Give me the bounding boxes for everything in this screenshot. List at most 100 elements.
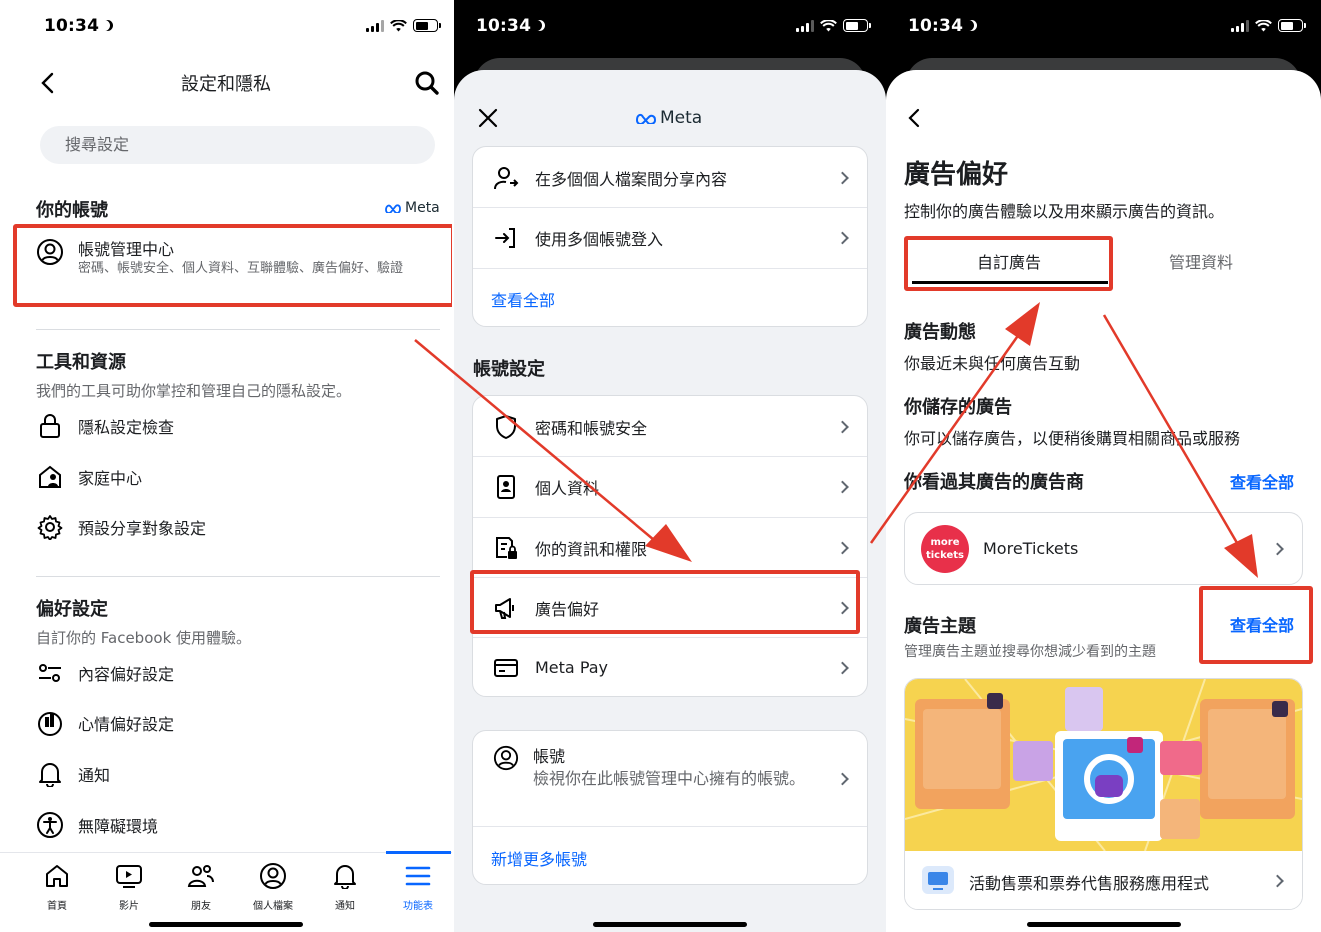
accounts-item-title: 帳號 <box>533 747 566 766</box>
share-across-profiles-label: 在多個個人檔案間分享內容 <box>535 169 728 189</box>
chevron-right-icon <box>836 171 849 184</box>
tab-home-label: 首頁 <box>47 901 67 912</box>
wifi-icon <box>390 19 407 31</box>
chevron-right-icon <box>1271 874 1284 888</box>
notifications-item[interactable]: 通知 <box>36 759 110 789</box>
preferences-section-subtitle: 自訂你的 Facebook 使用體驗。 <box>36 629 252 647</box>
multi-account-login-item[interactable]: 使用多個帳號登入 <box>473 207 867 268</box>
ad-preferences-screen: 10:34 廣告偏好 控制你的廣告體驗以及用來顯示廣告的資訊。 自訂廣告 管理資… <box>886 0 1321 932</box>
id-card-icon <box>497 474 515 499</box>
chevron-right-icon <box>836 661 849 674</box>
home-icon <box>46 865 68 887</box>
moon-icon <box>102 20 113 31</box>
default-audience-label: 預設分享對象設定 <box>78 519 207 538</box>
ad-topic-card[interactable]: 活動售票和票券代售服務應用程式 <box>904 678 1303 910</box>
sliders-icon <box>39 664 61 682</box>
meta-logo: Meta <box>635 108 702 128</box>
chevron-right-icon <box>836 420 849 433</box>
moon-icon <box>966 20 977 31</box>
tab-notifications-label: 通知 <box>335 901 355 912</box>
page-title: 設定和隱私 <box>181 74 271 95</box>
family-center-item[interactable]: 家庭中心 <box>36 462 142 492</box>
profile-icon <box>260 863 286 889</box>
page-subtitle: 控制你的廣告體驗以及用來顯示廣告的資訊。 <box>904 202 1225 221</box>
highlight-box-see-all <box>1199 586 1313 664</box>
accessibility-item[interactable]: 無障礙環境 <box>36 810 158 840</box>
meta-pay-item[interactable]: Meta Pay <box>473 637 867 696</box>
back-icon[interactable] <box>908 108 920 128</box>
tab-home[interactable]: 首頁 <box>27 861 87 912</box>
status-time: 10:34 <box>44 16 113 36</box>
content-preferences-item[interactable]: 內容偏好設定 <box>36 658 174 688</box>
status-bar: 10:34 <box>454 14 886 42</box>
menu-icon <box>405 866 431 886</box>
chevron-right-icon <box>836 480 849 493</box>
signal-icon <box>1231 19 1249 32</box>
tools-section-subtitle: 我們的工具可助你掌控和管理自己的隱私設定。 <box>36 382 352 400</box>
shield-icon <box>496 414 516 439</box>
content-preferences-label: 內容偏好設定 <box>78 665 175 684</box>
multi-account-login-label: 使用多個帳號登入 <box>535 229 664 249</box>
privacy-checkup-label: 隱私設定檢查 <box>78 418 175 437</box>
status-time: 10:34 <box>476 16 545 36</box>
see-all-link[interactable]: 查看全部 <box>491 287 555 311</box>
accessibility-label: 無障礙環境 <box>78 817 159 836</box>
search-input[interactable]: 搜尋設定 <box>40 126 435 164</box>
default-audience-item[interactable]: 預設分享對象設定 <box>36 512 206 542</box>
ticketing-app-icon <box>922 866 954 894</box>
active-tab-indicator <box>386 851 451 854</box>
home-indicator <box>593 922 747 927</box>
tab-menu[interactable]: 功能表 <box>388 861 448 912</box>
tab-menu-label: 功能表 <box>403 901 433 912</box>
accounts-item[interactable]: 帳號 檢視你在此帳號管理中心擁有的帳號。 <box>473 731 867 826</box>
share-across-profiles-item[interactable]: 在多個個人檔案間分享內容 <box>473 147 867 208</box>
ad-topic-label: 活動售票和票券代售服務應用程式 <box>969 874 1210 893</box>
add-more-accounts-link[interactable]: 新增更多帳號 <box>491 846 587 870</box>
chevron-right-icon <box>836 541 849 554</box>
tab-profile-label: 個人檔案 <box>253 901 293 912</box>
top-card: 在多個個人檔案間分享內容 使用多個帳號登入 查看全部 <box>472 146 868 327</box>
tab-video[interactable]: 影片 <box>99 861 159 912</box>
chevron-right-icon <box>836 231 849 244</box>
reaction-preferences-item[interactable]: 心情偏好設定 <box>36 708 174 738</box>
privacy-checkup-item[interactable]: 隱私設定檢查 <box>36 411 174 441</box>
tab-profile[interactable]: 個人檔案 <box>243 861 303 912</box>
password-security-item[interactable]: 密碼和帳號安全 <box>473 396 867 457</box>
page-title: 廣告偏好 <box>904 160 1009 190</box>
wifi-icon <box>1255 19 1272 31</box>
tab-notifications[interactable]: 通知 <box>315 861 375 912</box>
accounts-card: 帳號 檢視你在此帳號管理中心擁有的帳號。 新增更多帳號 <box>472 730 868 885</box>
personal-details-label: 個人資料 <box>535 478 600 498</box>
ad-topics-title: 廣告主題 <box>904 616 976 637</box>
signal-icon <box>796 19 814 32</box>
status-bar: 10:34 <box>886 14 1321 42</box>
status-bar: 10:34 <box>0 14 452 42</box>
preferences-section-title: 偏好設定 <box>36 599 108 620</box>
card-icon <box>494 658 518 677</box>
tab-friends[interactable]: 朋友 <box>171 861 231 912</box>
ad-preferences-sheet: 廣告偏好 控制你的廣告體驗以及用來顯示廣告的資訊。 自訂廣告 管理資料 廣告動態… <box>886 70 1321 932</box>
divider <box>36 576 440 577</box>
advertiser-card[interactable]: more tickets MoreTickets <box>904 512 1303 585</box>
info-permissions-icon <box>496 536 517 559</box>
advertisers-title: 你看過其廣告的廣告商 <box>904 472 1084 493</box>
close-icon[interactable] <box>478 108 498 128</box>
battery-icon <box>1278 19 1306 32</box>
advertisers-see-all-link[interactable]: 查看全部 <box>1230 469 1294 493</box>
saved-ads-title: 你儲存的廣告 <box>904 397 1012 418</box>
logo-text-tickets: tickets <box>925 550 965 561</box>
highlight-box-custom-ads-tab <box>904 236 1113 291</box>
personal-details-item[interactable]: 個人資料 <box>473 456 867 517</box>
info-permissions-item[interactable]: 你的資訊和權限 <box>473 517 867 578</box>
moretickets-logo: more tickets <box>921 525 969 573</box>
divider <box>473 268 867 269</box>
divider <box>473 826 867 827</box>
ad-topic-row: 活動售票和票券代售服務應用程式 <box>905 851 1302 909</box>
status-icons <box>366 19 441 32</box>
account-section-title: 你的帳號 <box>36 200 108 221</box>
tab-manage-info[interactable]: 管理資料 <box>1100 250 1302 276</box>
search-icon[interactable] <box>414 70 440 96</box>
password-security-label: 密碼和帳號安全 <box>535 418 648 438</box>
account-circle-icon <box>493 745 519 771</box>
accounts-center-sheet: Meta 在多個個人檔案間分享內容 使用多個帳號登入 查看全部 帳號設定 密碼和… <box>454 70 886 932</box>
